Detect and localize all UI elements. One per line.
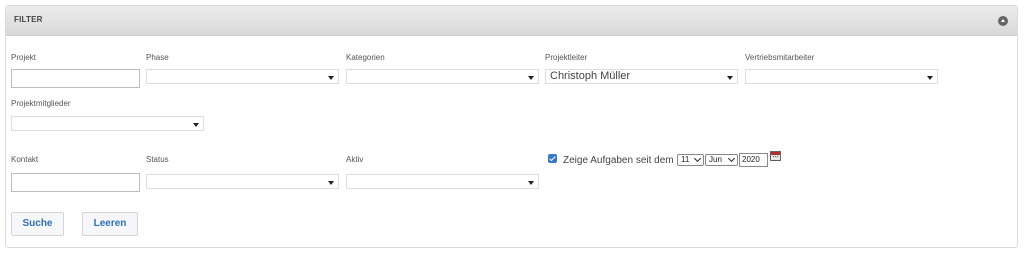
status-label: Status [146, 155, 169, 164]
aktiv-label: Aktiv [346, 155, 364, 164]
projekt-input[interactable] [11, 69, 140, 88]
projekt-label: Projekt [11, 53, 36, 62]
checkbox-checked-icon[interactable] [548, 154, 557, 163]
kategorien-label: Kategorien [346, 53, 385, 62]
projektmitglieder-label: Projektmitglieder [11, 99, 71, 108]
dropdown-arrow-icon [328, 181, 334, 185]
day-value: 11 [681, 155, 690, 164]
dropdown-arrow-icon [727, 76, 733, 80]
calendar-icon[interactable] [770, 151, 781, 161]
panel-title: FILTER [14, 15, 43, 24]
dropdown-arrow-icon [193, 123, 199, 127]
vertriebsmitarbeiter-label: Vertriebsmitarbeiter [745, 53, 815, 62]
chevron-down-icon [727, 154, 736, 163]
kategorien-select[interactable] [346, 69, 539, 84]
projektmitglieder-select[interactable] [11, 116, 204, 131]
month-value: Jun [709, 155, 722, 164]
year-input[interactable]: 2020 [739, 153, 768, 167]
clear-button[interactable]: Leeren [82, 212, 138, 236]
phase-label: Phase [146, 53, 169, 62]
month-select[interactable]: Jun [705, 154, 738, 166]
phase-select[interactable] [146, 69, 339, 84]
day-select[interactable]: 11 [677, 154, 704, 166]
dropdown-arrow-icon [528, 76, 534, 80]
collapse-up-icon[interactable] [998, 16, 1008, 26]
kontakt-input[interactable] [11, 173, 140, 192]
chevron-down-icon [693, 154, 702, 163]
show-tasks-since-label: Zeige Aufgaben seit dem [563, 155, 674, 166]
projektleiter-label: Projektleiter [545, 53, 588, 62]
aktiv-select[interactable] [346, 174, 539, 189]
projektleiter-select[interactable]: Christoph Müller [545, 69, 738, 84]
vertriebsmitarbeiter-select[interactable] [745, 69, 938, 84]
dropdown-arrow-icon [328, 76, 334, 80]
kontakt-label: Kontakt [11, 155, 39, 164]
search-button[interactable]: Suche [11, 212, 64, 236]
dropdown-arrow-icon [528, 181, 534, 185]
status-select[interactable] [146, 174, 339, 189]
dropdown-arrow-icon [927, 76, 933, 80]
projektleiter-value: Christoph Müller [550, 70, 631, 82]
panel-header[interactable]: FILTER [6, 6, 1017, 36]
